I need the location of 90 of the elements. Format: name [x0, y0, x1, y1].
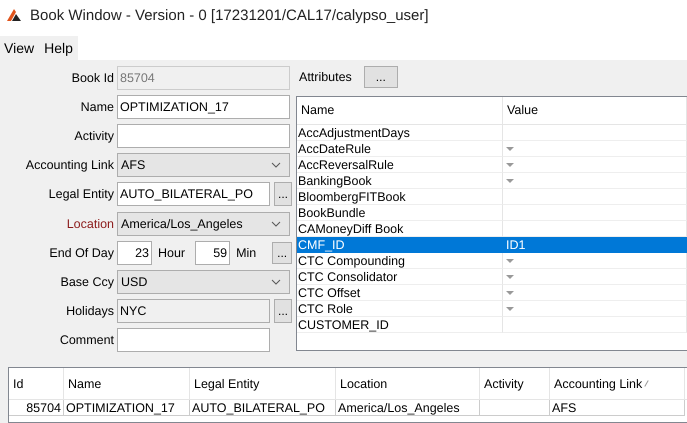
column-header[interactable]: Legal Entity: [190, 368, 336, 399]
column-header-label: Legal Entity: [194, 376, 260, 390]
column-header-label: Activity: [484, 376, 524, 390]
dropdown-arrow-icon[interactable]: [506, 290, 514, 294]
dropdown-arrow-icon[interactable]: [506, 178, 514, 182]
attribute-name: CUSTOMER_ID: [297, 317, 503, 333]
column-header[interactable]: Location: [336, 368, 480, 399]
field-label: Name: [80, 100, 115, 114]
dropdown-arrow-icon[interactable]: [506, 258, 514, 262]
attribute-name: BankingBook: [297, 173, 503, 189]
column-header-label: Name: [68, 376, 102, 390]
text-field[interactable]: AUTO_BILATERAL_PO: [117, 182, 270, 206]
text-field[interactable]: NYC: [117, 299, 270, 324]
field-label: Accounting Link: [24, 158, 115, 172]
attribute-row[interactable]: AccDateRule: [297, 141, 687, 157]
attribute-name: AccReversalRule: [297, 157, 503, 173]
column-header-label: Location: [340, 376, 388, 390]
attribute-row[interactable]: BookBundle: [297, 205, 687, 221]
table-cell: AUTO_BILATERAL_PO: [190, 400, 336, 416]
dropdown[interactable]: AFS: [117, 153, 290, 178]
table-cell: AFS: [550, 400, 685, 416]
lookup-button[interactable]: ...: [274, 299, 292, 324]
app-logo-icon: [6, 7, 22, 23]
field-label: Comment: [58, 333, 115, 348]
field-label: Activity: [73, 128, 115, 143]
unit-label: Min: [235, 246, 258, 260]
dropdown-arrow-icon[interactable]: [506, 146, 514, 150]
minute-field[interactable]: 59: [195, 240, 230, 265]
hour-field[interactable]: 23: [117, 240, 152, 265]
attribute-row[interactable]: CTC Compounding: [297, 253, 687, 269]
attribute-row[interactable]: AccReversalRule: [297, 157, 687, 173]
menu-item[interactable]: View: [0, 36, 40, 60]
attribute-row[interactable]: BankingBook: [297, 173, 687, 189]
column-header-label: Id: [13, 376, 24, 390]
attribute-row[interactable]: CUSTOMER_ID: [297, 317, 687, 333]
menu-item[interactable]: Help: [39, 36, 78, 60]
chevron-down-icon: [271, 162, 281, 168]
table-cell: 85704: [9, 400, 64, 416]
column-header[interactable]: Activity: [480, 368, 550, 399]
attribute-row[interactable]: CTC Offset: [297, 285, 687, 301]
field-label: Legal Entity: [48, 187, 115, 202]
column-header[interactable]: Id: [9, 368, 64, 399]
attribute-row[interactable]: CTC Consolidator: [297, 269, 687, 285]
text-field[interactable]: [117, 124, 290, 148]
attribute-row[interactable]: AccAdjustmentDays: [297, 125, 687, 141]
table-cell: [480, 400, 550, 416]
attribute-name: AccDateRule: [297, 141, 503, 157]
attribute-row[interactable]: CMF_ID ID1: [297, 237, 687, 253]
field-label: Book Id: [70, 70, 115, 85]
dropdown-arrow-icon[interactable]: [506, 306, 514, 310]
attribute-name: CTC Compounding: [297, 253, 503, 269]
attributes-label: Attributes: [299, 70, 352, 84]
column-header[interactable]: Accounting Link: [550, 368, 685, 399]
column-header-label: Accounting Link: [554, 376, 642, 390]
dropdown[interactable]: America/Los_Angeles: [117, 212, 290, 236]
attribute-row[interactable]: CTC Role: [297, 301, 687, 317]
lookup-button[interactable]: ...: [274, 182, 292, 206]
unit-label: Hour: [157, 246, 186, 260]
dropdown-value: USD: [121, 274, 148, 289]
time-button[interactable]: ...: [272, 242, 292, 264]
attributes-button[interactable]: ...: [364, 66, 398, 88]
attribute-name: AccAdjustmentDays: [297, 125, 503, 141]
field-label: End Of Day: [48, 246, 115, 260]
attribute-name: BookBundle: [297, 205, 503, 221]
column-header[interactable]: Name: [64, 368, 190, 399]
table-cell: America/Los_Angeles: [336, 400, 480, 416]
attribute-name: CMF_ID: [297, 237, 503, 253]
window-title: Book Window - Version - 0 [17231201/CAL17/calypso_user]: [30, 6, 429, 24]
field-label: Base Ccy: [60, 274, 115, 289]
attribute-name: CTC Role: [297, 301, 503, 317]
dropdown-arrow-icon[interactable]: [506, 274, 514, 278]
dropdown-arrow-icon[interactable]: [506, 162, 514, 166]
field-label: Holidays: [65, 304, 115, 318]
attribute-row[interactable]: BloombergFITBook: [297, 189, 687, 205]
attribute-name: CTC Consolidator: [297, 269, 503, 285]
field-label: Location: [66, 216, 115, 231]
text-field[interactable]: OPTIMIZATION_17: [117, 94, 290, 119]
column-header[interactable]: Name: [297, 97, 503, 124]
dropdown[interactable]: USD: [117, 270, 290, 294]
table-cell: OPTIMIZATION_17: [64, 400, 190, 416]
text-field[interactable]: [117, 328, 270, 352]
dropdown-value: America/Los_Angeles: [121, 216, 243, 231]
attribute-name: BloombergFITBook: [297, 189, 503, 205]
attribute-value: ID1: [506, 236, 526, 252]
column-header[interactable]: Value: [503, 97, 687, 124]
text-field: 85704: [117, 66, 290, 90]
dropdown-value: AFS: [121, 158, 146, 172]
chevron-down-icon: [271, 278, 281, 285]
chevron-down-icon: [271, 220, 281, 227]
attribute-name: CTC Offset: [297, 285, 503, 301]
